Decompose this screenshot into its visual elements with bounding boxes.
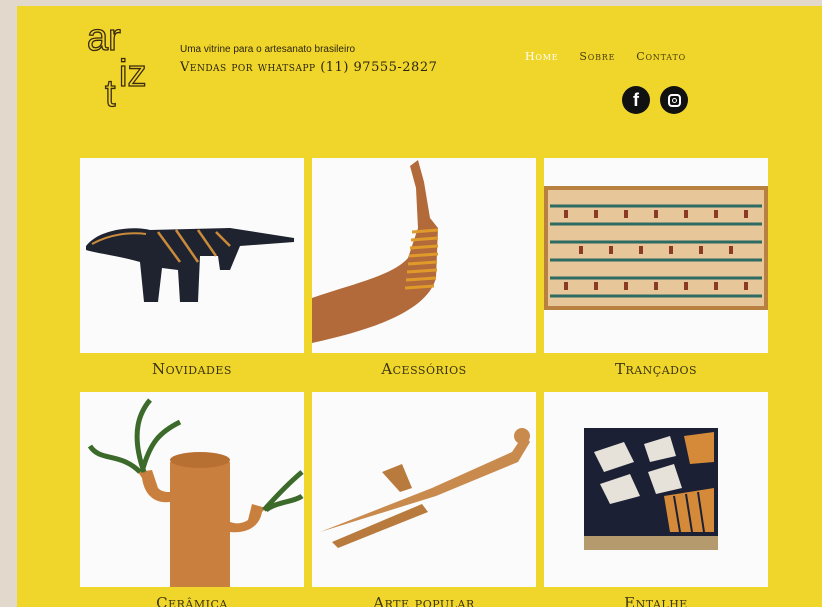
category-label: Trançados (614, 360, 698, 378)
logo-letters-iz: iz (119, 53, 146, 95)
anteater-carving-image (80, 158, 304, 353)
tagline: Uma vitrine para o artesanato brasileiro (180, 44, 356, 55)
arm-bracelet-image (312, 158, 536, 353)
category-tile-novidades[interactable]: Novidades (80, 158, 304, 392)
artiz-logo[interactable]: ar iz t (85, 16, 159, 115)
category-label: Entalhe (624, 594, 688, 607)
category-label: Arte popular (373, 594, 475, 607)
carved-box-image (544, 392, 768, 587)
cactus-vase-image (80, 392, 304, 587)
category-tile-entalhe[interactable]: Entalhe (544, 392, 768, 607)
woven-basket-image (544, 158, 768, 353)
category-tile-trancados[interactable]: Trançados (544, 158, 768, 392)
logo-mark: ar iz t (86, 16, 147, 115)
nav-contato[interactable]: Contato (636, 50, 686, 63)
category-gallery: Novidades Acessórios Trançados Cerâmica … (80, 158, 768, 607)
page: ar iz t Uma vitrine para o artesanato br… (17, 6, 822, 607)
facebook-icon[interactable]: f (622, 86, 650, 114)
instagram-glyph (667, 93, 681, 107)
facebook-glyph: f (633, 89, 639, 110)
social-links: f (622, 86, 688, 114)
instagram-icon[interactable] (660, 86, 688, 114)
wooden-figure-image (312, 392, 536, 587)
category-tile-acessorios[interactable]: Acessórios (312, 158, 536, 392)
nav-home[interactable]: Home (525, 50, 558, 63)
nav-sobre[interactable]: Sobre (579, 50, 615, 63)
category-label: Acessórios (381, 360, 467, 378)
whatsapp-phone: Vendas por whatsapp (11) 97555-2827 (180, 60, 438, 75)
logo-letter-t: t (105, 73, 116, 108)
category-label: Novidades (152, 360, 232, 378)
category-tile-ceramica[interactable]: Cerâmica (80, 392, 304, 607)
logo-letters-ar: ar (87, 17, 121, 59)
main-nav: Home Sobre Contato (525, 50, 686, 63)
category-tile-arte-popular[interactable]: Arte popular (312, 392, 536, 607)
category-label: Cerâmica (156, 594, 228, 607)
